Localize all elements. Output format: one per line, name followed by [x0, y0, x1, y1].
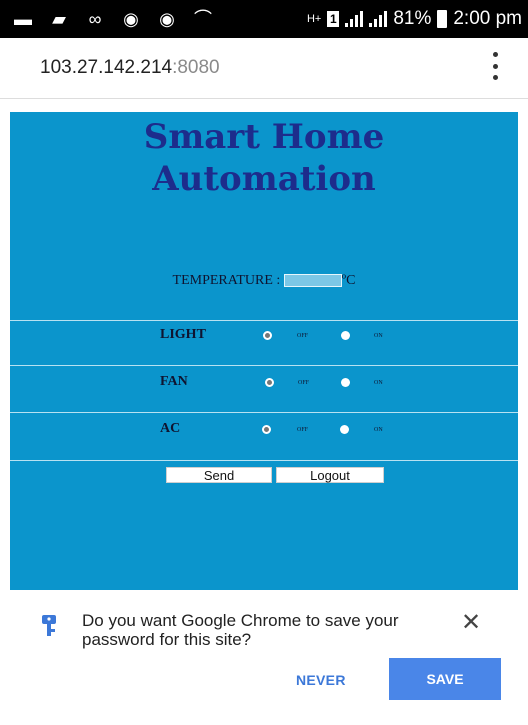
- hplus-data-icon: H+: [306, 13, 322, 25]
- fan-off-label: OFF: [298, 380, 310, 386]
- title-line-2: Automation: [152, 159, 376, 199]
- light-off-radio[interactable]: [263, 331, 272, 340]
- ac-label: AC: [160, 421, 181, 436]
- chrome-icon: ◉: [123, 9, 139, 29]
- light-label: LIGHT: [160, 327, 206, 342]
- light-off-label: OFF: [297, 333, 309, 339]
- title-line-1: Smart Home: [143, 117, 385, 157]
- light-on-label: ON: [374, 333, 383, 339]
- status-bar: ▬ ▰ ∞ ◉ ◉ ⌒ H+ 1 81% 2:00 pm: [0, 0, 528, 38]
- image-icon: ▰: [52, 9, 66, 29]
- url-host: 103.27.142.214: [40, 57, 173, 78]
- divider: [10, 412, 518, 413]
- prompt-message: Do you want Google Chrome to save your p…: [82, 611, 399, 649]
- sim-1-icon: 1: [327, 11, 340, 27]
- signal-icon: [345, 11, 364, 27]
- save-password-prompt: Do you want Google Chrome to save your p…: [0, 592, 528, 725]
- system-status: H+ 1 81% 2:00 pm: [307, 9, 522, 29]
- key-icon: [42, 615, 56, 636]
- ac-off-label: OFF: [297, 427, 309, 433]
- overflow-menu-icon[interactable]: [492, 52, 498, 80]
- light-on-radio[interactable]: [341, 331, 350, 340]
- ac-on-label: ON: [374, 427, 383, 433]
- divider: [10, 460, 518, 461]
- divider: [10, 365, 518, 366]
- fan-on-label: ON: [374, 380, 383, 386]
- temperature-label: TEMPERATURE :: [172, 273, 281, 288]
- ac-off-radio[interactable]: [262, 425, 271, 434]
- page-title: Smart Home Automation: [10, 112, 518, 200]
- ac-on-radio[interactable]: [340, 425, 349, 434]
- notification-icons: ▬ ▰ ∞ ◉ ◉ ⌒: [12, 9, 214, 29]
- web-page: Smart Home Automation TEMPERATURE : ºC L…: [10, 112, 518, 590]
- logout-button[interactable]: Logout: [276, 467, 384, 483]
- fan-off-radio[interactable]: [265, 378, 274, 387]
- signal-icon: [369, 11, 388, 27]
- browser-toolbar: 103.27.142.214:8080: [0, 38, 528, 99]
- url-port: :8080: [172, 57, 220, 78]
- battery-icon: [437, 10, 448, 28]
- temperature-unit: ºC: [341, 273, 356, 288]
- close-icon[interactable]: ✕: [460, 611, 482, 635]
- link-icon: ∞: [88, 9, 102, 29]
- battery-percent: 81%: [393, 8, 432, 29]
- save-button[interactable]: SAVE: [389, 658, 501, 700]
- fan-on-radio[interactable]: [341, 378, 350, 387]
- missed-call-icon: ⌒: [194, 9, 212, 29]
- address-bar[interactable]: 103.27.142.214:8080: [40, 57, 220, 79]
- never-button[interactable]: NEVER: [296, 672, 346, 688]
- temperature-display: TEMPERATURE : ºC: [10, 273, 518, 289]
- message-icon: ▬: [14, 9, 32, 29]
- send-button[interactable]: Send: [166, 467, 272, 483]
- temperature-value-field: [283, 274, 342, 288]
- divider: [10, 320, 518, 321]
- clock: 2:00 pm: [453, 8, 522, 29]
- chrome-icon: ◉: [159, 9, 175, 29]
- fan-label: FAN: [160, 374, 188, 389]
